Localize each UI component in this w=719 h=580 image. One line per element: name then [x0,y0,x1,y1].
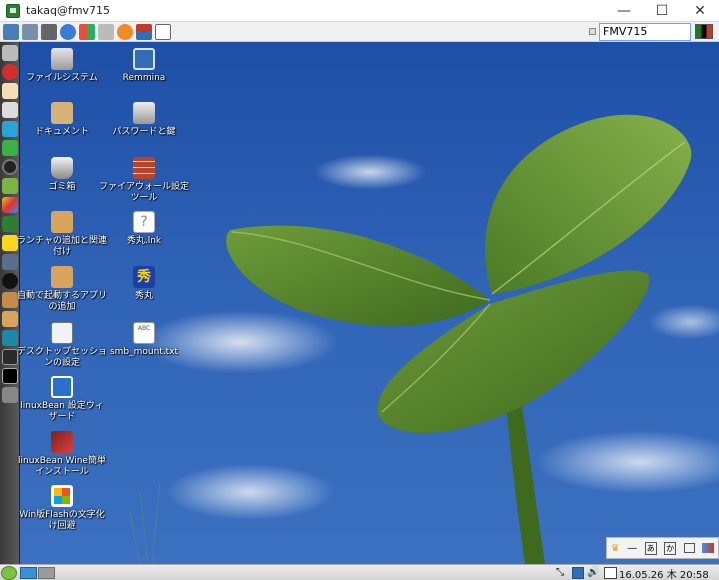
files-icon[interactable] [2,45,18,61]
desktop-icon-smb-mount[interactable]: ABC smb_mount.txt [99,322,189,358]
wizard-icon [51,376,73,398]
desktop-icon-label: デスクトップセッションの設定 [17,347,108,368]
desktop-icon-label: 自動で起動するアプリの追加 [17,291,108,312]
host-history-icon[interactable] [589,28,596,35]
window-titlebar: takaq@fmv715 — ☐ ✕ [0,0,719,22]
desktop-icon-hidemaru[interactable]: 秀 秀丸 [99,266,189,302]
desktop-icon-remmina[interactable]: Remmina [99,48,189,84]
keyring-icon [133,102,155,124]
desktop-icon-session[interactable]: デスクトップセッションの設定 [17,322,107,369]
desktop-icon-keyring[interactable]: パスワードと鍵 [99,102,189,138]
game-icon[interactable] [2,178,18,194]
desktop-icon-wine[interactable]: linuxBean Wine簡単インストール [17,431,107,478]
keyboard-icon[interactable] [98,23,114,40]
transfer-icon[interactable] [136,23,152,40]
autostart-settings-icon [51,266,73,288]
host-field[interactable]: FMV715 [599,23,691,41]
paint-icon[interactable] [2,197,18,213]
input-method-panel: ♛ — あ か [606,537,719,559]
connections-icon[interactable] [22,23,38,40]
desktop-icon-hidemaru-link[interactable]: ? 秀丸.lnk [99,211,189,247]
desktop-icon-label: linuxBean 設定ウィザード [20,401,104,422]
desktop-icon-label: linuxBean Wine簡単インストール [18,456,106,477]
info-icon[interactable] [117,23,133,40]
desktop-icon-label: smb_mount.txt [109,347,179,357]
hidemaru-icon: 秀 [133,266,155,288]
text-file-icon: ABC [133,322,155,344]
refresh-icon[interactable] [60,23,76,40]
window-title: takaq@fmv715 [26,4,111,17]
wine-icon [51,431,73,453]
desktop-icon-label: ゴミ箱 [48,182,76,192]
desktop-icon-trash[interactable]: ゴミ箱 [17,157,107,193]
media-icon[interactable] [2,159,18,175]
minimize-button[interactable]: — [605,0,643,22]
desktop-icon-flash-fix[interactable]: Win版Flashの文字化け回避 [17,485,107,532]
desktop-icon-filesystem[interactable]: ファイルシステム [17,48,107,84]
network-icon[interactable] [2,121,18,137]
remote-desktop-icon [133,48,155,70]
desktop-icon-wizard[interactable]: linuxBean 設定ウィザード [17,376,107,423]
tools-icon[interactable] [41,23,57,40]
volume-icon[interactable]: 🔊 [587,567,599,579]
launcher-settings-icon [51,211,73,233]
box-icon[interactable] [2,292,18,308]
display-icon[interactable] [3,23,19,40]
pen-tablet-icon[interactable] [702,543,715,553]
workspace-2-button[interactable] [38,567,55,579]
show-desktop-icon[interactable] [604,567,617,579]
desktop-icon-label: Win版Flashの文字化け回避 [19,510,105,531]
bird-icon[interactable] [2,235,18,251]
notes-icon[interactable] [2,83,18,99]
kana-icon[interactable]: か [664,541,677,555]
monitor-icon[interactable] [2,349,18,365]
image-viewer-icon[interactable] [2,216,18,232]
clock[interactable]: 16.05.26 木 20:58 [619,566,709,580]
desktop-icon-label: ランチャの追加と関連付け [17,236,107,257]
taskbar: ⤡ 🔊 16.05.26 木 20:58 [0,564,719,580]
desktop-icon-documents[interactable]: ドキュメント [17,102,107,138]
close-button[interactable]: ✕ [681,0,719,22]
color-depth-icon[interactable] [695,24,713,39]
terminal-green-icon[interactable] [2,140,18,156]
minus-icon[interactable]: — [627,543,637,554]
desktop-icon-label: ファイルシステム [26,73,98,83]
dictionary-icon[interactable] [683,543,695,553]
archive-icon[interactable] [2,311,18,327]
drive-icon [51,48,73,70]
windows-key-icon[interactable] [79,23,95,40]
crown-icon[interactable]: ♛ [611,543,620,554]
antenna-icon[interactable] [2,330,18,346]
desktop-icon-label: ファイアウォール設定ツール [99,182,190,203]
workspace-1-button[interactable] [20,567,37,579]
start-menu-button[interactable] [1,566,17,580]
windows-flag-icon [51,485,73,507]
vnc-app-icon [6,3,20,18]
folder-icon [51,102,73,124]
input-method-icon[interactable]: あ [644,541,657,555]
desktop-icon-autostart[interactable]: 自動で起動するアプリの追加 [17,266,107,313]
trash-icon [51,157,73,179]
console-icon[interactable] [2,368,18,384]
unknown-file-icon: ? [133,211,155,233]
opera-icon[interactable] [2,64,18,80]
desktop-icon-label: パスワードと鍵 [112,127,176,137]
firewall-icon [133,157,155,179]
pen-icon[interactable] [2,102,18,118]
wifi-icon[interactable] [2,254,18,270]
fullscreen-icon[interactable] [155,23,171,40]
session-settings-icon [51,322,73,344]
network-icon[interactable]: ⤡ [556,567,568,579]
settings-icon[interactable] [2,273,18,289]
maximize-button[interactable]: ☐ [643,0,681,22]
desktop-icon-label: Remmina [122,73,166,83]
desktop-icon-label: 秀丸 [134,291,153,301]
disk-icon[interactable] [2,387,18,403]
desktop-icon-label: 秀丸.lnk [126,236,162,246]
desktop-icon-firewall[interactable]: ファイアウォール設定ツール [99,157,189,204]
remote-desktop-tray-icon[interactable] [572,567,584,579]
desktop-icon-label: ドキュメント [34,127,89,137]
desktop-icon-launcher-settings[interactable]: ランチャの追加と関連付け [17,211,107,258]
